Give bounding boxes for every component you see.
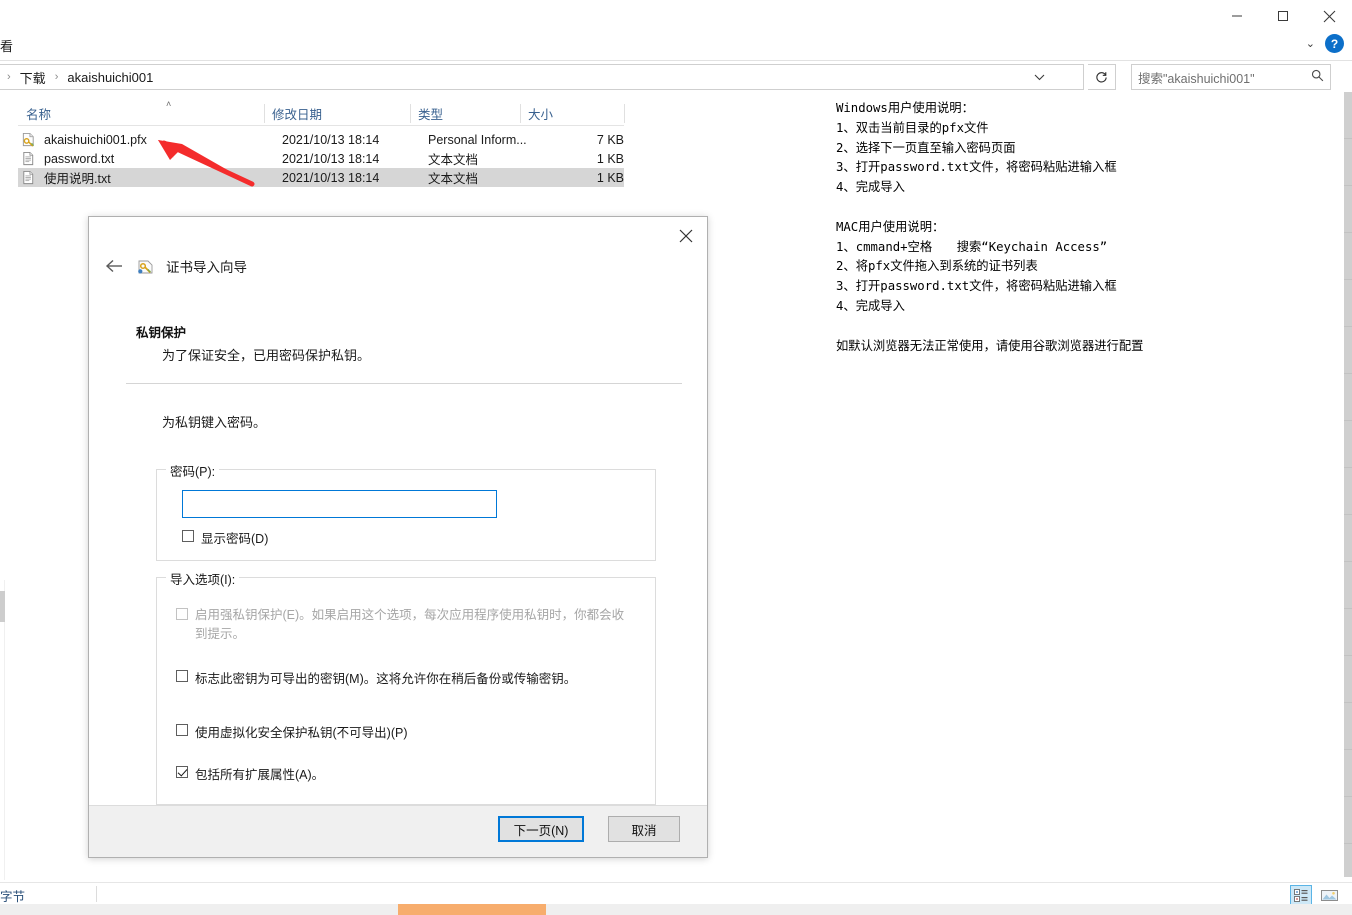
file-size: 1 KB (538, 152, 624, 166)
view-mode-buttons (1290, 885, 1340, 905)
column-header-type[interactable]: 类型 (410, 100, 520, 126)
status-bar-text: 字节 (0, 886, 25, 905)
close-button[interactable] (1306, 0, 1352, 32)
taskbar-item[interactable] (398, 904, 546, 915)
password-group: 密码(P): 显示密码(D) (156, 469, 656, 561)
maximize-button[interactable] (1260, 0, 1306, 32)
cancel-button[interactable]: 取消 (608, 816, 680, 842)
table-row[interactable]: password.txt 2021/10/13 18:14 文本文档 1 KB (18, 149, 624, 168)
certificate-icon (137, 258, 154, 275)
breadcrumb-separator-0: › (5, 71, 13, 83)
dialog-close-button[interactable] (669, 221, 703, 251)
status-bar (0, 882, 1352, 904)
text-file-icon (21, 151, 36, 166)
search-input[interactable]: 搜索"akaishuichi001" (1131, 64, 1331, 90)
dialog-header: 证书导入向导 (103, 255, 247, 277)
option-row-virtualization[interactable]: 使用虚拟化安全保护私钥(不可导出)(P) (176, 722, 641, 741)
option-row-strong-protection[interactable]: 启用强私钥保护(E)。如果启用这个选项，每次应用程序使用私钥时，你都会收到提示。 (176, 606, 636, 644)
ribbon-tab-row (0, 32, 1352, 60)
file-type: 文本文档 (428, 149, 478, 168)
address-bar-row: › 下载 › akaishuichi001 搜索"akaishuichi001" (0, 64, 1352, 92)
import-options-group: 导入选项(I): 启用强私钥保护(E)。如果启用这个选项，每次应用程序使用私钥时… (156, 577, 656, 805)
section-heading: 私钥保护 (136, 322, 186, 341)
file-type: 文本文档 (428, 168, 478, 187)
ribbon-right-controls: ⌄ ? (1306, 34, 1344, 53)
include-extended-checkbox[interactable] (176, 766, 188, 778)
left-scrollbar-thumb[interactable] (0, 591, 5, 622)
certificate-file-icon (21, 132, 36, 147)
search-icon[interactable] (1311, 69, 1324, 85)
minimize-button[interactable] (1214, 0, 1260, 32)
virtualization-checkbox[interactable] (176, 724, 188, 736)
table-row[interactable]: 使用说明.txt 2021/10/13 18:14 文本文档 1 KB (18, 168, 624, 187)
section-subtext: 为了保证安全，已用密码保护私钥。 (162, 345, 370, 364)
column-header-date[interactable]: 修改日期 (264, 100, 410, 126)
file-size: 7 KB (538, 133, 624, 147)
mark-exportable-checkbox[interactable] (176, 670, 188, 682)
details-view-icon[interactable] (1290, 885, 1312, 905)
file-name: akaishuichi001.pfx (44, 133, 147, 147)
file-date: 2021/10/13 18:14 (282, 171, 379, 185)
password-input[interactable] (182, 490, 497, 518)
ribbon-tab-view[interactable]: 看 (0, 36, 13, 55)
status-bar-divider (96, 886, 97, 902)
import-options-group-label: 导入选项(I): (166, 569, 239, 588)
taskbar (0, 904, 1352, 915)
breadcrumb: › 下载 › akaishuichi001 (0, 66, 158, 89)
window-titlebar (0, 0, 1352, 32)
file-date: 2021/10/13 18:14 (282, 133, 379, 147)
window-controls (1214, 0, 1352, 32)
address-dropdown-icon[interactable] (1025, 65, 1053, 89)
left-scroll-track (4, 580, 5, 880)
option-row-include-extended[interactable]: 包括所有扩展属性(A)。 (176, 764, 641, 783)
show-password-checkbox-row[interactable]: 显示密码(D) (182, 528, 268, 547)
next-button[interactable]: 下一页(N) (498, 816, 584, 842)
file-type: Personal Inform... (428, 133, 527, 147)
large-icons-view-icon[interactable] (1318, 885, 1340, 905)
column-header-size[interactable]: 大小 (520, 100, 624, 126)
ribbon-divider (0, 60, 1352, 61)
search-placeholder: 搜索"akaishuichi001" (1138, 68, 1311, 87)
certificate-import-wizard-dialog: 证书导入向导 私钥保护 为了保证安全，已用密码保护私钥。 为私钥键入密码。 密码… (88, 216, 708, 858)
file-list: akaishuichi001.pfx 2021/10/13 18:14 Pers… (18, 130, 624, 187)
sort-ascending-icon: ˄ (166, 99, 171, 109)
refresh-button[interactable] (1088, 64, 1116, 90)
virtualization-label: 使用虚拟化安全保护私钥(不可导出)(P) (195, 722, 408, 741)
column-divider-4[interactable] (624, 104, 625, 123)
back-button[interactable] (103, 255, 125, 277)
password-prompt: 为私钥键入密码。 (162, 412, 266, 431)
file-list-header: 名称 ˄ 修改日期 类型 大小 (18, 100, 624, 126)
option-row-mark-exportable[interactable]: 标志此密钥为可导出的密钥(M)。这将允许你在稍后备份或传输密钥。 (176, 668, 641, 687)
explorer-window: 看 ⌄ ? › 下载 › akaishuichi001 搜索"akaishuic… (0, 0, 1352, 915)
breadcrumb-item-downloads[interactable]: 下载 (15, 66, 51, 89)
mark-exportable-label: 标志此密钥为可导出的密钥(M)。这将允许你在稍后备份或传输密钥。 (195, 668, 576, 687)
dialog-divider (126, 383, 682, 384)
file-date: 2021/10/13 18:14 (282, 152, 379, 166)
password-group-label: 密码(P): (166, 461, 219, 480)
table-row[interactable]: akaishuichi001.pfx 2021/10/13 18:14 Pers… (18, 130, 624, 149)
address-bar[interactable]: › 下载 › akaishuichi001 (0, 64, 1084, 90)
right-edge-scrollbar[interactable] (1344, 92, 1352, 877)
help-icon[interactable]: ? (1325, 34, 1344, 53)
file-name: 使用说明.txt (44, 168, 111, 187)
include-extended-label: 包括所有扩展属性(A)。 (195, 764, 324, 783)
strong-protection-label: 启用强私钥保护(E)。如果启用这个选项，每次应用程序使用私钥时，你都会收到提示。 (195, 606, 636, 644)
show-password-checkbox[interactable] (182, 530, 194, 542)
dialog-title: 证书导入向导 (166, 256, 247, 276)
breadcrumb-item-folder[interactable]: akaishuichi001 (62, 68, 158, 87)
dialog-footer: 下一页(N) 取消 (89, 805, 707, 857)
breadcrumb-separator-1: › (53, 71, 61, 83)
chevron-down-icon[interactable]: ⌄ (1306, 37, 1315, 50)
text-file-icon (21, 170, 36, 185)
show-password-label: 显示密码(D) (201, 528, 268, 547)
column-header-name[interactable]: 名称 (18, 100, 264, 126)
file-name: password.txt (44, 152, 114, 166)
file-size: 1 KB (538, 171, 624, 185)
instructions-text: Windows用户使用说明： 1、双击当前目录的pfx文件 2、选择下一页直至输… (836, 99, 1336, 356)
strong-protection-checkbox[interactable] (176, 608, 188, 620)
